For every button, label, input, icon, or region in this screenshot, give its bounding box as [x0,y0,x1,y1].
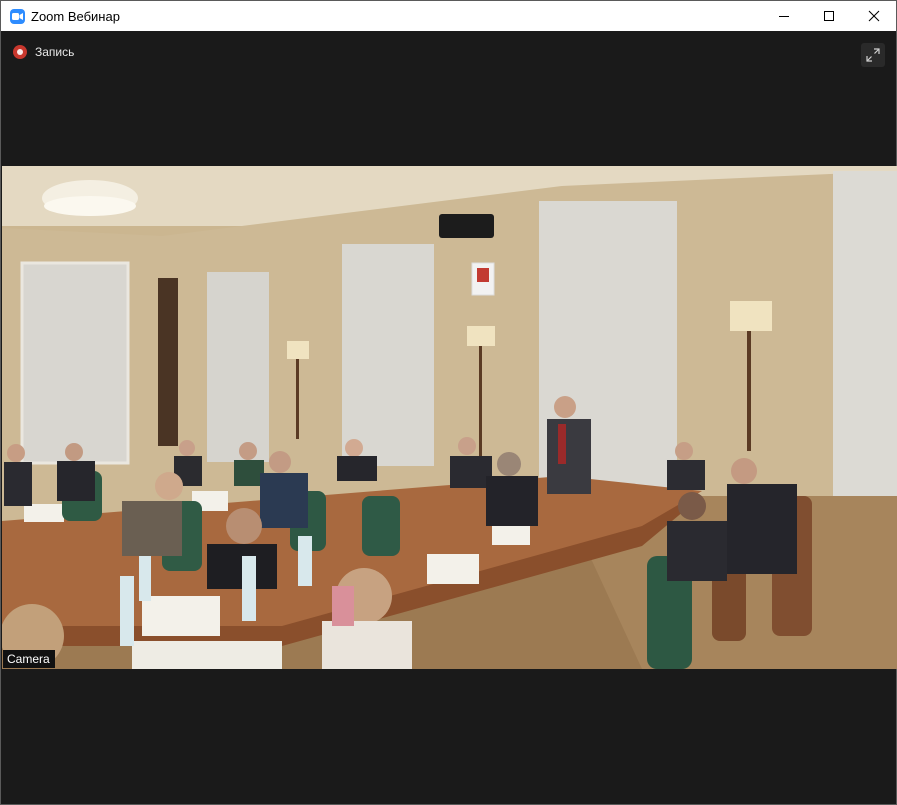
participant-name-label: Camera [3,650,55,668]
maximize-icon [823,11,834,21]
title-bar[interactable]: Zoom Вебинар [1,1,896,31]
window-controls [761,1,896,31]
recording-bar: Запись [1,32,896,72]
zoom-app-icon [10,8,25,24]
minimize-icon [778,16,789,17]
fullscreen-button[interactable] [861,43,885,67]
zoom-webinar-window: Zoom Вебинар Запись Camera [0,0,897,805]
video-feed[interactable]: Camera [2,166,897,669]
recording-indicator[interactable]: Запись [13,45,74,59]
recording-label: Запись [35,45,75,59]
fullscreen-icon [866,48,880,62]
conference-room-image [2,166,897,669]
close-button[interactable] [851,1,896,31]
maximize-button[interactable] [806,1,851,31]
record-icon [13,45,27,59]
minimize-button[interactable] [761,1,806,31]
close-icon [868,10,879,22]
window-title: Zoom Вебинар [31,8,120,24]
